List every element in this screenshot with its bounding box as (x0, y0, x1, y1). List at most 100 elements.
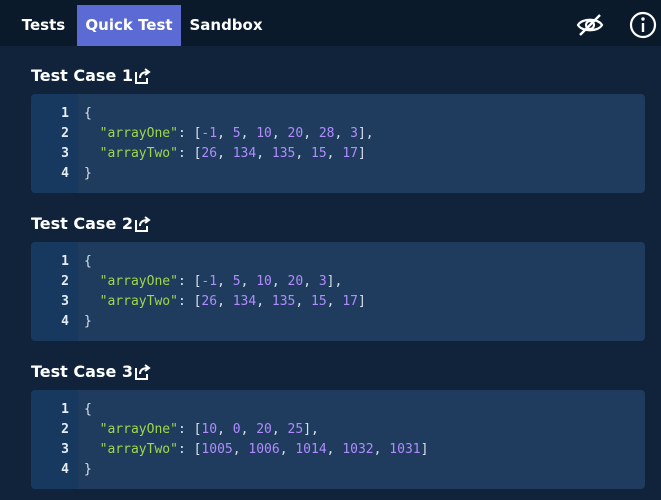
share-icon[interactable] (134, 363, 152, 381)
top-nav-bar: Tests Quick Test Sandbox (0, 0, 661, 46)
test-case-title: Test Case 1 (31, 66, 133, 85)
line-number: 2 (61, 274, 69, 289)
json-number: 25 (287, 422, 304, 437)
line-number-gutter: 1 2 3 4 (31, 242, 78, 341)
json-punctuation: , (303, 126, 319, 141)
json-number: 1006 (248, 442, 280, 457)
json-punctuation: , (240, 126, 257, 141)
tab-tests[interactable]: Tests (10, 5, 77, 46)
code-line: } (84, 312, 92, 332)
json-number: 20 (287, 126, 304, 141)
json-punctuation: , (240, 274, 257, 289)
json-punctuation: , (334, 126, 351, 141)
line-number: 2 (61, 126, 69, 141)
code-editor[interactable]: 1 2 3 4 { "arrayOne": [-1, 5, 10, 20, 3]… (31, 242, 645, 341)
open-brace: { (84, 254, 92, 269)
json-number: 10 (256, 126, 272, 141)
json-number: -1 (201, 126, 218, 141)
test-case-title: Test Case 3 (31, 362, 133, 381)
open-brace: { (84, 106, 92, 121)
json-punctuation: , (326, 294, 343, 309)
json-punctuation: ] (357, 146, 366, 161)
tab-sandbox[interactable]: Sandbox (181, 5, 271, 46)
json-number: 17 (342, 294, 358, 309)
json-punctuation: , (326, 442, 343, 457)
json-key: "arrayTwo" (99, 294, 178, 309)
code-line-array-two: "arrayTwo": [26, 134, 135, 15, 17] (84, 292, 366, 312)
json-punctuation: , (256, 294, 272, 309)
line-number: 4 (61, 314, 69, 329)
json-punctuation: : [ (177, 442, 202, 457)
json-number: 10 (256, 274, 272, 289)
json-punctuation: , (217, 294, 233, 309)
close-brace: } (84, 314, 92, 329)
line-number: 3 (61, 294, 69, 309)
json-punctuation: , (271, 126, 288, 141)
json-punctuation: , (303, 274, 319, 289)
code-editor[interactable]: 1 2 3 4 { "arrayOne" : [ 10, 0, 20, 25], "… (31, 390, 645, 489)
json-punctuation: , (295, 294, 312, 309)
json-number: 5 (232, 274, 241, 289)
json-number: 10 (201, 422, 218, 437)
test-cases-panel: Test Case 1 1 2 3 4 { "arrayOne": [-1, 5… (0, 46, 661, 500)
json-punctuation: , (256, 146, 272, 161)
json-punctuation: , (232, 442, 249, 457)
json-number: 135 (271, 146, 296, 161)
json-punctuation: : [ (177, 274, 202, 289)
json-key: "arrayOne" (99, 422, 178, 437)
json-punctuation: , (271, 274, 288, 289)
json-punctuation: , (271, 422, 288, 437)
json-punctuation: ], (326, 274, 343, 289)
share-icon[interactable] (134, 67, 152, 85)
json-number: 5 (232, 126, 241, 141)
json-number: -1 (201, 274, 218, 289)
json-punctuation: , (240, 422, 257, 437)
json-key: "arrayOne" (99, 274, 178, 289)
line-number: 1 (61, 402, 69, 417)
json-number: 0 (232, 422, 241, 437)
json-punctuation: ] (357, 294, 366, 309)
json-punctuation: ], (303, 422, 319, 437)
line-number: 4 (61, 166, 69, 181)
json-number: 135 (271, 294, 296, 309)
code-line: { (84, 104, 92, 124)
code-line: } (84, 460, 92, 480)
test-case-title: Test Case 2 (31, 214, 133, 233)
json-number: 28 (318, 126, 335, 141)
json-number: 1005 (201, 442, 233, 457)
json-punctuation: , (217, 422, 233, 437)
code-line-array-one: "arrayOne": [-1, 5, 10, 20, 28, 3], (84, 124, 374, 144)
json-number: 20 (256, 422, 272, 437)
close-brace: } (84, 462, 92, 477)
line-number: 1 (61, 106, 69, 121)
code-line: { (84, 400, 92, 420)
eye-off-icon[interactable] (575, 10, 605, 40)
open-brace: { (84, 402, 92, 417)
json-punctuation: , (217, 126, 233, 141)
json-punctuation: : [ (177, 146, 202, 161)
json-number: 3 (318, 274, 327, 289)
json-number: 3 (350, 126, 358, 141)
line-number: 1 (61, 254, 69, 269)
share-icon[interactable] (134, 215, 152, 233)
json-punctuation: , (217, 274, 233, 289)
json-number: 15 (311, 294, 327, 309)
json-punctuation: : [ (177, 126, 202, 141)
json-punctuation: , (217, 146, 233, 161)
json-number: 134 (232, 146, 257, 161)
json-number: 17 (342, 146, 358, 161)
json-punctuation: ] (420, 442, 429, 457)
line-number: 3 (61, 442, 69, 457)
json-punctuation: , (279, 442, 296, 457)
info-icon[interactable] (628, 10, 658, 40)
json-key: "arrayTwo" (99, 442, 178, 457)
json-number: 1032 (342, 442, 374, 457)
code-line-array-two: "arrayTwo": [1005, 1006, 1014, 1032, 103… (84, 440, 429, 460)
close-brace: } (84, 166, 92, 181)
line-number: 3 (61, 146, 69, 161)
json-number: 15 (311, 146, 327, 161)
code-editor[interactable]: 1 2 3 4 { "arrayOne": [-1, 5, 10, 20, 28… (31, 94, 645, 193)
quick-test-app: Tests Quick Test Sandbox Test Case 1 1 2… (0, 0, 661, 500)
line-number-gutter: 1 2 3 4 (31, 390, 78, 489)
tab-quick-test[interactable]: Quick Test (77, 5, 181, 46)
